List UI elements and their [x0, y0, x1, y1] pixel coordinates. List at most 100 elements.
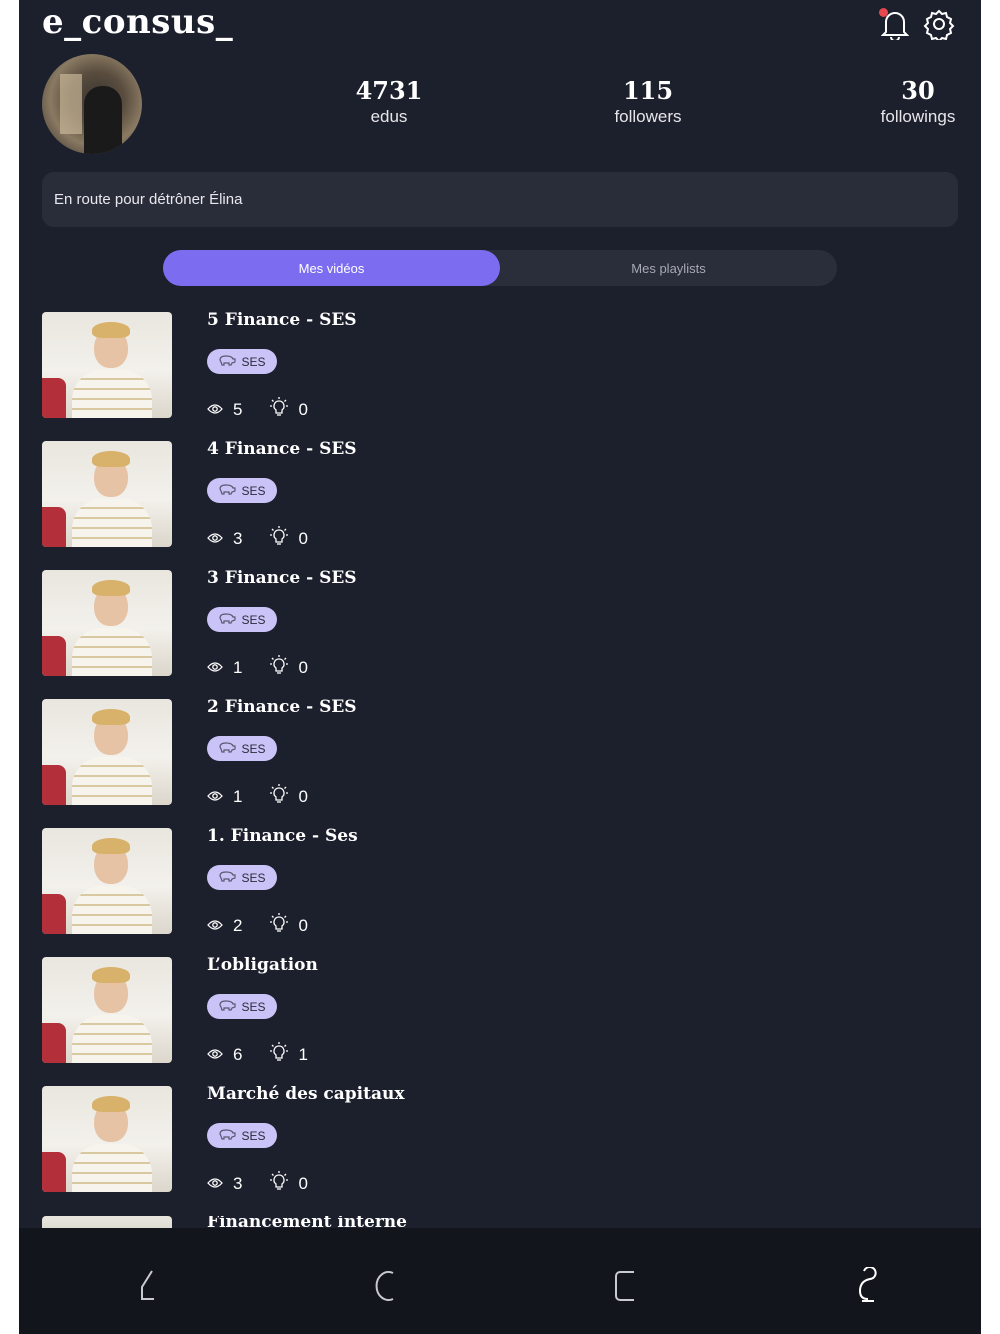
video-item-partial[interactable]: Financement interne	[42, 1216, 958, 1228]
piggy-bank-icon	[218, 741, 237, 756]
subject-tag[interactable]: SES	[207, 607, 277, 632]
lightbulb-icon	[270, 1042, 289, 1067]
profile-swirl-icon[interactable]	[848, 1266, 888, 1306]
subject-tag-label: SES	[241, 354, 266, 369]
eye-icon	[207, 1174, 223, 1194]
subject-tag-label: SES	[241, 1128, 266, 1143]
video-thumbnail[interactable]	[42, 699, 172, 805]
subject-tag-label: SES	[241, 999, 266, 1014]
tab-mes-videos[interactable]: Mes vidéos	[163, 250, 500, 286]
back-icon[interactable]	[126, 1266, 166, 1306]
avatar[interactable]	[42, 54, 142, 154]
subject-tag-label: SES	[241, 870, 266, 885]
video-metrics: 3 0	[207, 1171, 336, 1196]
video-metrics: 3 0	[207, 526, 336, 551]
video-thumbnail[interactable]	[42, 1086, 172, 1192]
eye-icon	[207, 658, 223, 678]
subject-tag[interactable]: SES	[207, 349, 277, 374]
video-thumbnail[interactable]	[42, 828, 172, 934]
video-thumbnail[interactable]	[42, 570, 172, 676]
video-item[interactable]: 5 Finance - SES SES 5 0	[42, 310, 958, 441]
piggy-bank-icon	[218, 354, 237, 369]
ideas-count: 0	[298, 657, 308, 677]
ideas-count: 0	[298, 915, 308, 935]
video-title[interactable]: 1. Finance - Ses	[207, 826, 358, 846]
eye-icon	[207, 916, 223, 936]
subject-tag-label: SES	[241, 612, 266, 627]
video-item[interactable]: 4 Finance - SES SES 3 0	[42, 439, 958, 570]
video-metrics: 5 0	[207, 397, 336, 422]
ideas-count: 0	[298, 786, 308, 806]
bio: En route pour détrôner Élina	[42, 172, 958, 227]
views-count: 3	[233, 1173, 243, 1193]
stat-value: 4731	[355, 76, 423, 105]
video-title[interactable]: 4 Finance - SES	[207, 439, 357, 459]
video-item[interactable]: 2 Finance - SES SES 1 0	[42, 697, 958, 828]
views-count: 1	[233, 657, 243, 677]
video-title[interactable]: 5 Finance - SES	[207, 310, 357, 330]
video-title[interactable]: 3 Finance - SES	[207, 568, 357, 588]
lightbulb-icon	[270, 397, 289, 422]
subject-tag[interactable]: SES	[207, 736, 277, 761]
views-count: 6	[233, 1044, 243, 1064]
ideas-count: 1	[298, 1044, 308, 1064]
piggy-bank-icon	[218, 612, 237, 627]
lightbulb-icon	[270, 655, 289, 680]
eye-icon	[207, 787, 223, 807]
eye-icon	[207, 529, 223, 549]
stat-edus[interactable]: 4731 edus	[319, 76, 459, 127]
ideas-count: 0	[298, 1173, 308, 1193]
subject-tag[interactable]: SES	[207, 478, 277, 503]
subject-tag[interactable]: SES	[207, 1123, 277, 1148]
views-count: 2	[233, 915, 243, 935]
lightbulb-icon	[270, 913, 289, 938]
video-metrics: 2 0	[207, 913, 336, 938]
refresh-icon[interactable]	[367, 1266, 407, 1306]
video-item[interactable]: Marché des capitaux SES 3 0	[42, 1084, 958, 1215]
ideas-count: 0	[298, 399, 308, 419]
video-metrics: 1 0	[207, 655, 336, 680]
subject-tag[interactable]: SES	[207, 865, 277, 890]
gear-icon[interactable]	[921, 6, 957, 42]
video-thumbnail	[42, 1216, 172, 1228]
eye-icon	[207, 1045, 223, 1065]
stat-label: followers	[614, 107, 682, 126]
video-item[interactable]: 3 Finance - SES SES 1 0	[42, 568, 958, 699]
stat-label: followings	[880, 107, 956, 126]
ideas-count: 0	[298, 528, 308, 548]
video-title[interactable]: Marché des capitaux	[207, 1084, 405, 1104]
views-count: 5	[233, 399, 243, 419]
bottom-nav	[19, 1228, 981, 1334]
stat-value: 115	[622, 76, 674, 105]
subject-tag-label: SES	[241, 741, 266, 756]
subject-tag[interactable]: SES	[207, 994, 277, 1019]
piggy-bank-icon	[218, 999, 237, 1014]
eye-icon	[207, 400, 223, 420]
video-item[interactable]: L’obligation SES 6 1	[42, 955, 958, 1086]
video-title: Financement interne	[207, 1216, 407, 1228]
video-title[interactable]: 2 Finance - SES	[207, 697, 357, 717]
subject-tag-label: SES	[241, 483, 266, 498]
views-count: 1	[233, 786, 243, 806]
notification-dot	[879, 8, 888, 17]
app-screen: e_consus_ 4731 edus 115 followers 30 fol…	[19, 0, 981, 1334]
tab-mes-playlists[interactable]: Mes playlists	[500, 250, 837, 286]
video-list: 5 Finance - SES SES 5 0 4 Finance - SES …	[42, 310, 958, 1215]
stat-followers[interactable]: 115 followers	[578, 76, 718, 127]
stat-value: 30	[901, 76, 935, 105]
video-title[interactable]: L’obligation	[207, 955, 318, 975]
lightbulb-icon	[270, 526, 289, 551]
stat-label: edus	[370, 107, 408, 126]
video-item[interactable]: 1. Finance - Ses SES 2 0	[42, 826, 958, 957]
video-thumbnail[interactable]	[42, 957, 172, 1063]
bio-text: En route pour détrôner Élina	[54, 191, 243, 208]
video-metrics: 6 1	[207, 1042, 336, 1067]
square-icon[interactable]	[606, 1266, 646, 1306]
views-count: 3	[233, 528, 243, 548]
video-thumbnail[interactable]	[42, 441, 172, 547]
video-thumbnail[interactable]	[42, 312, 172, 418]
stat-followings[interactable]: 30 followings	[848, 76, 981, 127]
piggy-bank-icon	[218, 1128, 237, 1143]
piggy-bank-icon	[218, 483, 237, 498]
tab-bar: Mes vidéos Mes playlists	[163, 250, 837, 286]
